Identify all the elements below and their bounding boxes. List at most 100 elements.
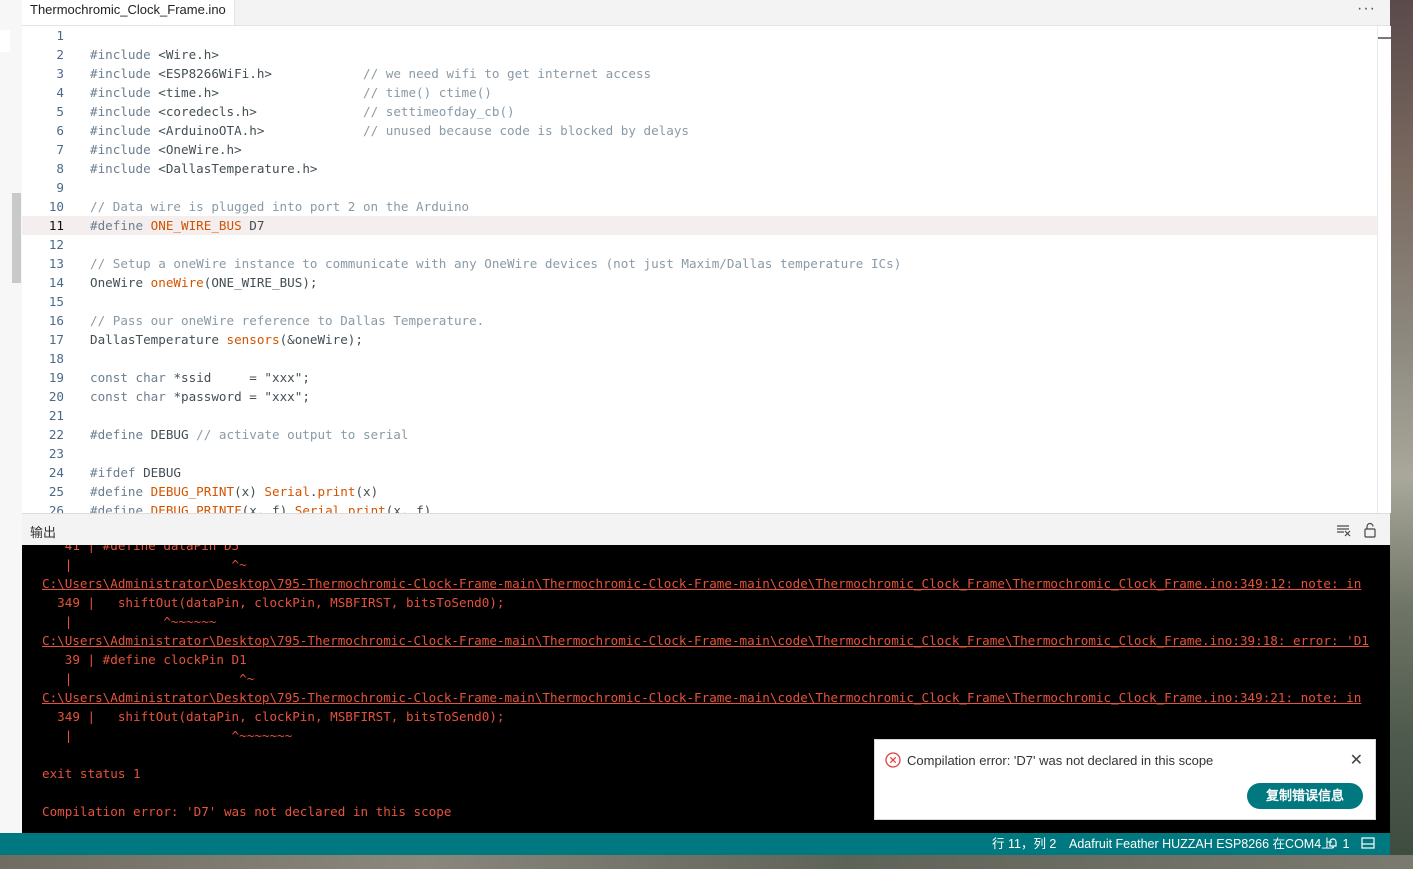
code-token: <DallasTemperature.h> <box>150 161 318 176</box>
line-number: 18 <box>48 351 64 366</box>
code-token: char <box>135 370 166 385</box>
code-line[interactable]: 8 #include <DallasTemperature.h> <box>22 159 1378 178</box>
code-token: #include <box>90 104 151 119</box>
output-line: | ^~~~~~~ <box>42 614 217 629</box>
output-line: | ^~ <box>42 671 255 686</box>
code-line[interactable]: 6 #include <ArduinoOTA.h> // unused becau… <box>22 121 1378 140</box>
desktop-background <box>1390 0 1413 869</box>
code-line[interactable]: 18 <box>22 349 1378 368</box>
code-token: // Data wire is plugged into port 2 on t… <box>90 199 470 214</box>
line-number: 2 <box>56 47 64 62</box>
close-icon[interactable]: ✕ <box>1350 750 1363 770</box>
output-error-path[interactable]: C:\Users\Administrator\Desktop\795-Therm… <box>42 574 1361 593</box>
output-error-path[interactable]: C:\Users\Administrator\Desktop\795-Therm… <box>42 688 1361 707</box>
line-code: // Data wire is plugged into port 2 on t… <box>90 197 469 216</box>
code-line[interactable]: 2 #include <Wire.h> <box>22 45 1378 64</box>
code-line[interactable]: 17 DallasTemperature sensors(&oneWire); <box>22 330 1378 349</box>
code-token: // time() ctime() <box>362 85 492 100</box>
line-number: 13 <box>48 256 64 271</box>
code-line[interactable]: 19 const char *ssid = "xxx"; <box>22 368 1378 387</box>
code-line[interactable]: 1 <box>22 26 1378 45</box>
line-code: #include <Wire.h> <box>90 45 219 64</box>
line-number: 3 <box>56 66 64 81</box>
output-error-path[interactable]: C:\Users\Administrator\Desktop\795-Therm… <box>42 631 1369 650</box>
tab-label: Thermochromic_Clock_Frame.ino <box>30 2 226 17</box>
code-line[interactable]: 9 <box>22 178 1378 197</box>
code-line[interactable]: 24 #ifdef DEBUG <box>22 463 1378 482</box>
code-token: #define <box>90 218 144 233</box>
cursor-position[interactable]: 行 11，列 2 <box>992 837 1056 852</box>
status-bar: 行 11，列 2 Adafruit Feather HUZZAH ESP8266… <box>0 833 1390 855</box>
code-line[interactable]: 4 #include <time.h> // time() ctime() <box>22 83 1378 102</box>
notification-message: Compilation error: 'D7' was not declared… <box>907 753 1214 768</box>
line-code: DallasTemperature sensors(&oneWire); <box>90 330 363 349</box>
code-line[interactable]: 15 <box>22 292 1378 311</box>
line-number: 4 <box>56 85 64 100</box>
output-panel-title: 输出 <box>30 525 57 540</box>
notification-count: 1 <box>1342 837 1350 851</box>
board-port-selector[interactable]: Adafruit Feather HUZZAH ESP8266 在COM4上 <box>1069 837 1334 852</box>
code-token: oneWire <box>150 275 204 290</box>
tab-thermochromic-clock-frame[interactable]: Thermochromic_Clock_Frame.ino <box>22 0 235 25</box>
code-token: const <box>90 389 128 404</box>
code-token: // activate output to serial <box>196 427 409 442</box>
code-line[interactable]: 22 #define DEBUG // activate output to se… <box>22 425 1378 444</box>
line-code: #include <ESP8266WiFi.h> // we need wifi… <box>90 64 651 83</box>
code-line[interactable]: 7 #include <OneWire.h> <box>22 140 1378 159</box>
lock-scroll-icon[interactable] <box>1362 522 1378 538</box>
code-line[interactable]: 11 #define ONE_WIRE_BUS D7 <box>22 216 1378 235</box>
code-token: DEBUG <box>135 465 181 480</box>
error-notification: Compilation error: 'D7' was not declared… <box>874 739 1376 820</box>
code-token: <ArduinoOTA.h> <box>150 123 265 138</box>
code-editor[interactable]: 1 2 #include <Wire.h> 3 #include <ESP8266WiF… <box>22 26 1378 513</box>
code-token: Serial <box>294 503 341 513</box>
line-number: 17 <box>48 332 64 347</box>
editor-scrollbar[interactable] <box>1377 26 1391 513</box>
output-line: 349 | shiftOut(dataPin, clockPin, MSBFIR… <box>42 709 505 724</box>
code-token: const <box>90 370 128 385</box>
code-line[interactable]: 16 // Pass our oneWire reference to Dalla… <box>22 311 1378 330</box>
output-line: | ^~ <box>42 557 247 572</box>
code-token: DallasTemperature <box>90 332 227 347</box>
line-number: 19 <box>48 370 64 385</box>
code-token: . <box>340 503 348 513</box>
code-line[interactable]: 21 <box>22 406 1378 425</box>
error-circle-icon <box>885 752 901 768</box>
output-line: exit status 1 <box>42 766 141 781</box>
code-token: #define <box>90 427 144 442</box>
toggle-panel-icon[interactable] <box>1361 837 1375 853</box>
code-token: DEBUG_PRINTF <box>150 503 242 513</box>
code-line[interactable]: 23 <box>22 444 1378 463</box>
code-line[interactable]: 26 #define DEBUG_PRINTF(x, f) Serial.prin… <box>22 501 1378 513</box>
notifications-indicator[interactable]: 1 <box>1327 837 1349 852</box>
more-options-icon[interactable]: ··· <box>1357 0 1376 18</box>
line-number: 10 <box>48 199 64 214</box>
code-token: print <box>317 484 356 499</box>
clear-output-icon[interactable] <box>1336 522 1352 538</box>
code-line[interactable]: 25 #define DEBUG_PRINT(x) Serial.print(x) <box>22 482 1378 501</box>
code-line[interactable]: 20 const char *password = "xxx"; <box>22 387 1378 406</box>
line-number: 16 <box>48 313 64 328</box>
code-token: #include <box>90 47 151 62</box>
code-line[interactable]: 14 OneWire oneWire(ONE_WIRE_BUS); <box>22 273 1378 292</box>
code-line[interactable]: 3 #include <ESP8266WiFi.h> // we need wif… <box>22 64 1378 83</box>
code-token: #include <box>90 123 151 138</box>
code-token: #ifdef <box>90 465 136 480</box>
code-line[interactable]: 12 <box>22 235 1378 254</box>
copy-error-button[interactable]: 复制错误信息 <box>1247 783 1363 809</box>
code-token: // Setup a oneWire instance to communica… <box>90 256 902 271</box>
line-code: OneWire oneWire(ONE_WIRE_BUS); <box>90 273 317 292</box>
code-line[interactable]: 5 #include <coredecls.h> // settimeofday_… <box>22 102 1378 121</box>
line-code: #include <coredecls.h> // settimeofday_c… <box>90 102 515 121</box>
code-line[interactable]: 10 // Data wire is plugged into port 2 on… <box>22 197 1378 216</box>
line-number: 22 <box>48 427 64 442</box>
code-token: #include <box>90 85 151 100</box>
line-number: 21 <box>48 408 64 423</box>
code-token: <Wire.h> <box>150 47 219 62</box>
line-number: 6 <box>56 123 64 138</box>
sidebar-scrollbar-thumb[interactable] <box>12 193 21 283</box>
code-line[interactable]: 13 // Setup a oneWire instance to communi… <box>22 254 1378 273</box>
